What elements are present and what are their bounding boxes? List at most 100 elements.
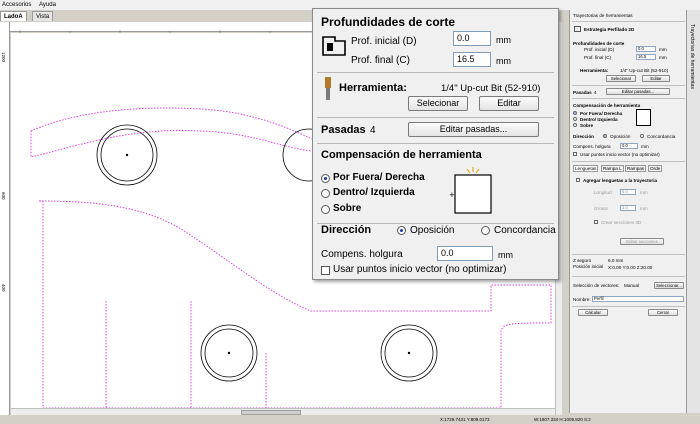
side-start-input[interactable]: 0.0: [636, 46, 656, 52]
svg-text:+: +: [449, 191, 455, 199]
zoom-separator-2: [317, 117, 554, 118]
zoom-tool-label: Herramienta:: [339, 82, 407, 94]
side-radio-outside[interactable]: [573, 111, 577, 115]
zoom-start-depth-input[interactable]: 0.0: [453, 31, 491, 46]
side-comp-preview-icon: [636, 109, 651, 126]
zoom-tool-name: 1/4" Up-cut Bit (52-910): [441, 83, 541, 94]
status-coordinates: X:1729.7431 Y:809.0173: [440, 417, 490, 422]
side-edit-sections-button[interactable]: Editar secciones: [620, 238, 664, 245]
side-tab-lengueta[interactable]: Lenguetas: [573, 165, 599, 172]
side-length-input[interactable]: 6.0: [620, 189, 636, 195]
side-tab-rampas[interactable]: Rampas: [625, 165, 647, 172]
zoom-radio-on[interactable]: [321, 205, 330, 214]
zoom-allowance-input[interactable]: 0.0: [437, 246, 493, 261]
toolpath-side-panel: Trayectorias de herramientas Estrategia …: [569, 10, 686, 413]
zoom-dir-climb-label[interactable]: Concordancia: [494, 225, 556, 236]
status-bar: X:1729.7431 Y:809.0173 W:1807.334 H:1009…: [0, 415, 700, 424]
zoom-dir-opposition-label[interactable]: Oposición: [410, 225, 454, 236]
menu-accesorios[interactable]: Accesorios: [0, 2, 35, 8]
side-panel-tab[interactable]: Trayectorias de herramientas: [686, 10, 700, 413]
side-separator-0: [572, 21, 685, 22]
zoom-edit-passes-button[interactable]: Editar pasadas...: [408, 122, 539, 137]
side-panel-tab-label[interactable]: Trayectorias de herramientas: [689, 24, 695, 89]
side-separator-5: [572, 276, 685, 277]
zoom-start-depth-unit: mm: [496, 35, 511, 45]
side-tab-orden[interactable]: Orde: [648, 165, 663, 172]
zoom-radio-climb[interactable]: [481, 226, 490, 235]
side-safe-z-value: 6.0 mm: [608, 258, 624, 263]
zoom-final-depth-input[interactable]: 16.5: [453, 52, 491, 67]
side-edit-passes-button[interactable]: Editar pasadas...: [606, 88, 670, 95]
zoom-comp-outside-label[interactable]: Por Fuera/ Derecha: [333, 172, 425, 183]
side-create-3d-label[interactable]: Crear secciones 3D: [601, 220, 641, 225]
side-separator-4: [572, 254, 685, 255]
zoom-comp-inside-label[interactable]: Dentro/ Izquierda: [333, 187, 415, 198]
zoom-depths-title: Profundidades de corte: [321, 15, 456, 29]
strategy-icon: [574, 26, 581, 32]
side-radio-climb[interactable]: [640, 134, 644, 138]
horizontal-scrollbar[interactable]: [11, 408, 555, 415]
side-name-label: Nombre:: [573, 297, 591, 302]
zoom-final-depth-label: Prof. final (C): [351, 55, 410, 66]
side-separator-1: [572, 85, 685, 86]
ruler-vertical: 1200 600 400: [0, 22, 10, 420]
tab-lado-a[interactable]: LadoA: [0, 11, 27, 21]
side-length-unit: mm: [640, 190, 648, 195]
zoom-start-points-label[interactable]: Usar puntos inicio vector (no optimizar): [333, 264, 506, 275]
tab-vista-3d[interactable]: Vista 3D: [32, 11, 54, 30]
side-start-unit: mm: [659, 47, 667, 52]
circle-center-4: [407, 351, 411, 355]
side-passes-value: 4: [594, 90, 597, 95]
side-comp-inside[interactable]: Dentro/ Izquierda: [580, 117, 618, 122]
zoom-radio-opposition[interactable]: [397, 226, 406, 235]
zoom-start-depth-label: Prof. inicial (D): [351, 36, 417, 47]
side-thickness-input[interactable]: 3.0: [620, 205, 636, 211]
side-safe-z-label: Z seguro: [573, 258, 592, 263]
side-direction-label: Dirección: [573, 134, 594, 139]
side-radio-on[interactable]: [573, 123, 577, 127]
side-select-tool-button[interactable]: Selecionar: [606, 75, 636, 82]
side-home-value: X:0.00 Y:0.00 Z:20.00: [608, 265, 653, 270]
side-start-points-label[interactable]: Usar puntos inicio vector (no optimizar): [580, 152, 660, 157]
calculate-button[interactable]: Calcular: [578, 309, 608, 316]
side-depths-title: Profundidades de corte: [573, 41, 625, 46]
circle-center-1: [125, 153, 129, 157]
side-tab-rampa-l[interactable]: Rampa L: [601, 165, 624, 172]
compensation-preview-icon: +: [449, 167, 492, 214]
zoom-radio-outside[interactable]: [321, 174, 330, 183]
zoom-start-points-checkbox[interactable]: [321, 266, 330, 275]
side-radio-inside[interactable]: [573, 117, 577, 121]
close-button[interactable]: Cerrar: [648, 309, 678, 316]
side-edit-tool-button[interactable]: Editar: [642, 75, 670, 82]
side-create-3d-checkbox[interactable]: [594, 220, 598, 224]
zoom-select-tool-button[interactable]: Selecionar: [408, 96, 468, 111]
side-final-label: Prof. final (C): [584, 55, 612, 60]
side-allowance-input[interactable]: 0.0: [620, 143, 638, 149]
side-vector-sel-label: Selección de vectores:: [573, 283, 620, 288]
status-size: W:1807.334 H:1009.820 S:2: [534, 417, 591, 422]
ruler-label-1200: 1200: [1, 52, 6, 63]
side-start-points-checkbox[interactable]: [573, 152, 577, 156]
side-vector-sel-value: Manual: [624, 283, 640, 288]
side-select-vectors-button[interactable]: Seleccionar...: [654, 282, 684, 289]
zoom-edit-tool-button[interactable]: Editar: [479, 96, 539, 111]
side-add-tabs-checkbox[interactable]: [576, 178, 580, 182]
side-separator-3: [572, 161, 685, 162]
side-comp-on[interactable]: Sobre: [580, 123, 593, 128]
side-final-input[interactable]: 16.5: [636, 54, 656, 60]
zoom-inset-panel: Profundidades de corte Prof. inicial (D)…: [312, 8, 559, 280]
side-dir-opposition[interactable]: Oposición: [610, 134, 630, 139]
zoom-final-depth-unit: mm: [496, 56, 511, 66]
side-length-label: Longitud: [594, 190, 612, 195]
side-add-tabs-label[interactable]: Agregar lenguetas a la trayectoria: [583, 178, 657, 183]
side-comp-title: Compensación de herramienta: [573, 103, 641, 108]
zoom-radio-inside[interactable]: [321, 189, 330, 198]
menu-ayuda[interactable]: Ayuda: [37, 2, 60, 8]
side-name-input[interactable]: Perfil: [592, 296, 684, 302]
side-separator-2: [572, 98, 685, 99]
zoom-comp-on-label[interactable]: Sobre: [333, 203, 361, 214]
side-radio-opposition[interactable]: [603, 134, 607, 138]
side-tool-name: 1/4" Up-cut Bit (52-910): [620, 68, 669, 73]
side-dir-climb[interactable]: Concordancia: [647, 134, 675, 139]
side-comp-outside[interactable]: Por Fuera/ Derecha: [580, 111, 622, 116]
